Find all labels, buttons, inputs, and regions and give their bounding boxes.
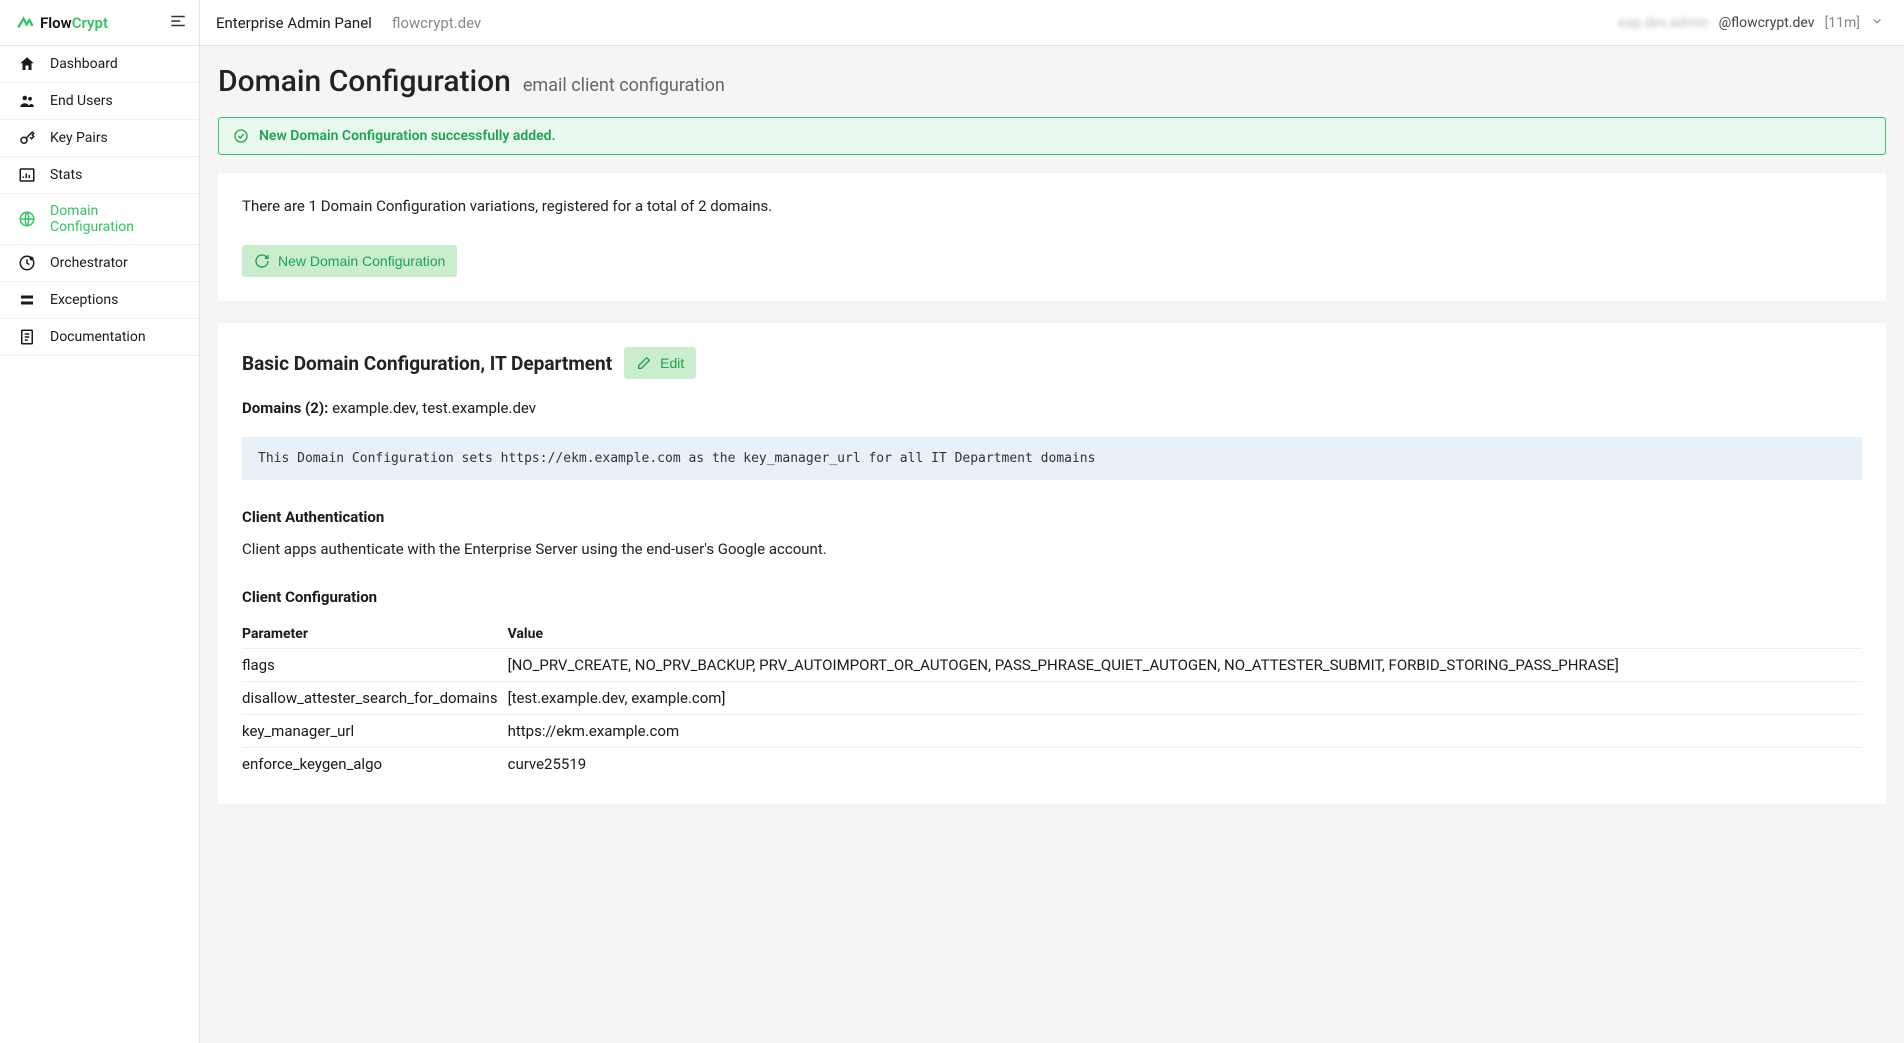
sidebar-item-domain-configuration[interactable]: Domain Configuration xyxy=(0,194,199,245)
config-card: Basic Domain Configuration, IT Departmen… xyxy=(218,323,1886,804)
config-header: Basic Domain Configuration, IT Departmen… xyxy=(242,347,1862,379)
user-session-time: [11m] xyxy=(1825,15,1860,31)
client-auth-heading: Client Authentication xyxy=(242,508,1862,526)
sidebar-item-label: Documentation xyxy=(50,329,146,345)
sidebar-item-label: End Users xyxy=(50,93,113,109)
domains-line: Domains (2): example.dev, test.example.d… xyxy=(242,399,1862,417)
logo-icon xyxy=(16,14,34,32)
sidebar-item-end-users[interactable]: End Users xyxy=(0,83,199,120)
config-title: Basic Domain Configuration, IT Departmen… xyxy=(242,352,612,375)
table-row: key_manager_urlhttps://ekm.example.com xyxy=(242,715,1862,748)
users-icon xyxy=(18,92,36,110)
new-domain-config-label: New Domain Configuration xyxy=(278,253,445,269)
refresh-add-icon xyxy=(254,253,270,269)
topbar: FlowCrypt Enterprise Admin Panel flowcry… xyxy=(0,0,1904,46)
user-domain: @flowcrypt.dev xyxy=(1719,15,1815,31)
logo[interactable]: FlowCrypt xyxy=(16,14,108,32)
user-name-hidden: eap.dev.admin xyxy=(1618,15,1709,31)
param-name: key_manager_url xyxy=(242,715,508,748)
sidebar-item-orchestrator[interactable]: Orchestrator xyxy=(0,245,199,282)
sidebar-item-label: Stats xyxy=(50,167,82,183)
globe-icon xyxy=(18,210,36,228)
table-col-parameter: Parameter xyxy=(242,620,508,649)
sidebar-item-label: Orchestrator xyxy=(50,255,128,271)
param-name: enforce_keygen_algo xyxy=(242,748,508,781)
chevron-down-icon xyxy=(1870,14,1884,32)
success-alert-text: New Domain Configuration successfully ad… xyxy=(259,128,556,144)
panel-domain: flowcrypt.dev xyxy=(392,14,481,32)
summary-text: There are 1 Domain Configuration variati… xyxy=(242,197,1862,215)
key-icon xyxy=(18,129,36,147)
sidebar-item-label: Domain Configuration xyxy=(50,203,181,235)
content: Domain Configuration email client config… xyxy=(200,46,1904,1043)
home-icon xyxy=(18,55,36,73)
exceptions-icon xyxy=(18,291,36,309)
success-alert: New Domain Configuration successfully ad… xyxy=(218,117,1886,155)
param-value: curve25519 xyxy=(508,748,1862,781)
client-config-table: Parameter Value flags[NO_PRV_CREATE, NO_… xyxy=(242,620,1862,780)
user-menu[interactable]: eap.dev.admin @flowcrypt.dev [11m] xyxy=(1618,14,1884,32)
page-subtitle: email client configuration xyxy=(523,75,725,96)
domains-label: Domains (2): xyxy=(242,399,328,417)
sidebar-item-exceptions[interactable]: Exceptions xyxy=(0,282,199,319)
summary-card: There are 1 Domain Configuration variati… xyxy=(218,173,1886,301)
sidebar-item-documentation[interactable]: Documentation xyxy=(0,319,199,356)
sidebar-item-stats[interactable]: Stats xyxy=(0,157,199,194)
sidebar-item-key-pairs[interactable]: Key Pairs xyxy=(0,120,199,157)
new-domain-config-button[interactable]: New Domain Configuration xyxy=(242,245,457,277)
topbar-left: FlowCrypt xyxy=(0,0,200,45)
param-value: [NO_PRV_CREATE, NO_PRV_BACKUP, PRV_AUTOI… xyxy=(508,649,1862,682)
page-title: Domain Configuration xyxy=(218,64,511,99)
check-circle-icon xyxy=(233,128,249,144)
logo-text-crypt: Crypt xyxy=(72,14,108,32)
sidebar-toggle-icon[interactable] xyxy=(169,12,187,34)
logo-text-flow: Flow xyxy=(40,14,72,32)
config-description: This Domain Configuration sets https://e… xyxy=(242,437,1862,480)
table-row: disallow_attester_search_for_domains[tes… xyxy=(242,682,1862,715)
page-heading: Domain Configuration email client config… xyxy=(218,64,1886,99)
param-name: flags xyxy=(242,649,508,682)
sidebar-item-label: Key Pairs xyxy=(50,130,108,146)
stats-icon xyxy=(18,166,36,184)
edit-config-label: Edit xyxy=(660,355,684,371)
client-config-heading: Client Configuration xyxy=(242,588,1862,606)
edit-config-button[interactable]: Edit xyxy=(624,347,696,379)
table-col-value: Value xyxy=(508,620,1862,649)
doc-icon xyxy=(18,328,36,346)
topbar-mid: Enterprise Admin Panel flowcrypt.dev xyxy=(200,14,481,32)
sidebar: Dashboard End Users Key Pairs Stats Domain C… xyxy=(0,46,200,1043)
table-row: flags[NO_PRV_CREATE, NO_PRV_BACKUP, PRV_… xyxy=(242,649,1862,682)
panel-title: Enterprise Admin Panel xyxy=(216,14,372,32)
sidebar-item-label: Dashboard xyxy=(50,56,118,72)
orchestrator-icon xyxy=(18,254,36,272)
param-value: https://ekm.example.com xyxy=(508,715,1862,748)
domains-value: example.dev, test.example.dev xyxy=(332,399,536,417)
pencil-icon xyxy=(636,355,652,371)
param-name: disallow_attester_search_for_domains xyxy=(242,682,508,715)
sidebar-item-dashboard[interactable]: Dashboard xyxy=(0,46,199,83)
sidebar-item-label: Exceptions xyxy=(50,292,118,308)
param-value: [test.example.dev, example.com] xyxy=(508,682,1862,715)
table-row: enforce_keygen_algocurve25519 xyxy=(242,748,1862,781)
client-auth-text: Client apps authenticate with the Enterp… xyxy=(242,540,1862,558)
